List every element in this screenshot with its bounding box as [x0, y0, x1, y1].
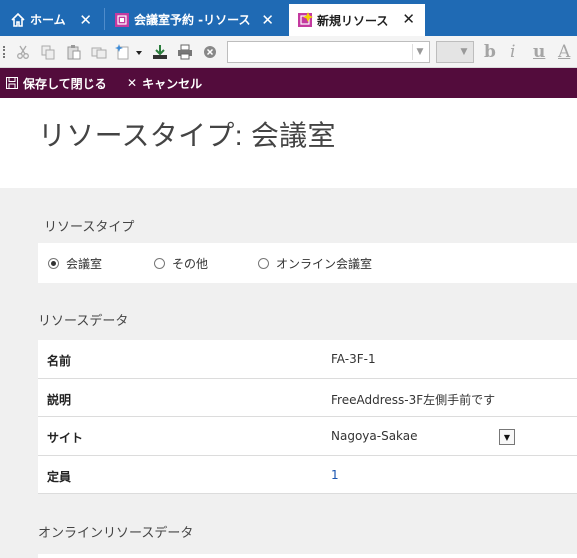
tab-label: 会議室予約 -リソース [134, 13, 251, 27]
calendar-icon [114, 12, 130, 28]
copy-icon[interactable] [39, 43, 57, 61]
field-label: サイト [47, 431, 84, 445]
field-label: 定員 [47, 469, 72, 484]
site-select[interactable]: Nagoya-Sakae [331, 429, 418, 443]
cancel-label: キャンセル [142, 76, 203, 91]
tab-divider [104, 8, 105, 30]
online-resource-data-section-title: オンラインリソースデータ [38, 526, 194, 541]
close-icon[interactable]: ✕ [261, 11, 274, 29]
underline-icon[interactable]: u [533, 42, 545, 62]
tab-reservation-resources[interactable]: 会議室予約 -リソース ✕ [106, 5, 284, 34]
form-body: リソースタイプ 会議室 その他 オンライン会議室 リソースデータ 名前 FA-3… [0, 188, 577, 558]
italic-icon[interactable]: i [510, 42, 515, 62]
capacity-field[interactable]: 1 [331, 468, 339, 482]
table-row-capacity: 定員 1 [38, 455, 577, 494]
field-label: 名前 [47, 354, 72, 368]
field-label: 説明 [47, 392, 72, 407]
save-and-close-label: 保存して閉じる [23, 76, 107, 91]
resource-type-section-title: リソースタイプ [44, 220, 135, 235]
radio-other[interactable]: その他 [154, 255, 208, 272]
new-record-icon [297, 12, 313, 28]
chevron-down-icon[interactable]: ▼ [499, 429, 515, 445]
duplicate-icon[interactable] [90, 43, 108, 61]
save-and-close-button[interactable]: 保存して閉じる [6, 68, 107, 98]
new-icon[interactable] [114, 43, 144, 61]
radio-selected-icon[interactable] [48, 258, 59, 269]
print-icon[interactable] [176, 43, 194, 61]
chevron-down-icon[interactable]: ▼ [412, 44, 427, 60]
radio-meeting-room[interactable]: 会議室 [48, 255, 102, 272]
home-icon [10, 12, 26, 28]
bold-icon[interactable]: b [484, 42, 496, 62]
chevron-down-icon[interactable]: ▼ [457, 44, 471, 60]
cancel-button[interactable]: ✕ キャンセル [127, 68, 202, 98]
cut-icon[interactable] [14, 43, 32, 61]
page-title: リソースタイプ: 会議室 [38, 120, 336, 151]
radio-unselected-icon[interactable] [258, 258, 269, 269]
radio-unselected-icon[interactable] [154, 258, 165, 269]
table-row-site: サイト Nagoya-Sakae ▼ [38, 417, 577, 456]
radio-online-meeting-room[interactable]: オンライン会議室 [258, 255, 372, 272]
resource-data-section-title: リソースデータ [38, 314, 129, 329]
form-header: リソースタイプ: 会議室 [0, 98, 577, 188]
resource-type-options: 会議室 その他 オンライン会議室 [38, 243, 577, 283]
name-field[interactable]: FA-3F-1 [331, 352, 376, 366]
resource-data-table: 名前 FA-3F-1 説明 FreeAddress-3F左側手前です サイト N… [38, 340, 577, 494]
tab-label: 新規リソース [317, 13, 389, 28]
table-row-description: 説明 FreeAddress-3F左側手前です [38, 378, 577, 417]
close-icon[interactable]: ✕ [402, 10, 415, 28]
command-bar: 保存して閉じる ✕ キャンセル [0, 68, 577, 98]
online-resource-data-panel [38, 554, 577, 558]
tab-home[interactable]: ホーム ✕ [2, 5, 102, 34]
font-size-select[interactable]: ▼ [436, 41, 474, 63]
font-color-icon[interactable]: A [558, 42, 570, 62]
tab-new-resource[interactable]: 新規リソース ✕ [289, 4, 425, 36]
close-icon: ✕ [127, 76, 138, 90]
radio-label: オンライン会議室 [276, 257, 373, 271]
font-family-select[interactable]: ▼ [227, 41, 430, 63]
radio-label: 会議室 [66, 257, 103, 271]
paste-icon[interactable] [65, 43, 83, 61]
table-row-name: 名前 FA-3F-1 [38, 340, 577, 379]
close-icon[interactable]: ✕ [79, 11, 92, 29]
delete-icon[interactable] [201, 43, 219, 61]
tab-bar: ホーム ✕ 会議室予約 -リソース ✕ 新規リソース ✕ [0, 0, 577, 36]
description-field[interactable]: FreeAddress-3F左側手前です [331, 391, 495, 408]
tab-label: ホーム [30, 13, 66, 27]
download-icon[interactable] [151, 43, 169, 61]
toolbar-grip[interactable] [3, 46, 5, 58]
radio-label: その他 [172, 257, 209, 271]
save-icon [6, 77, 18, 89]
